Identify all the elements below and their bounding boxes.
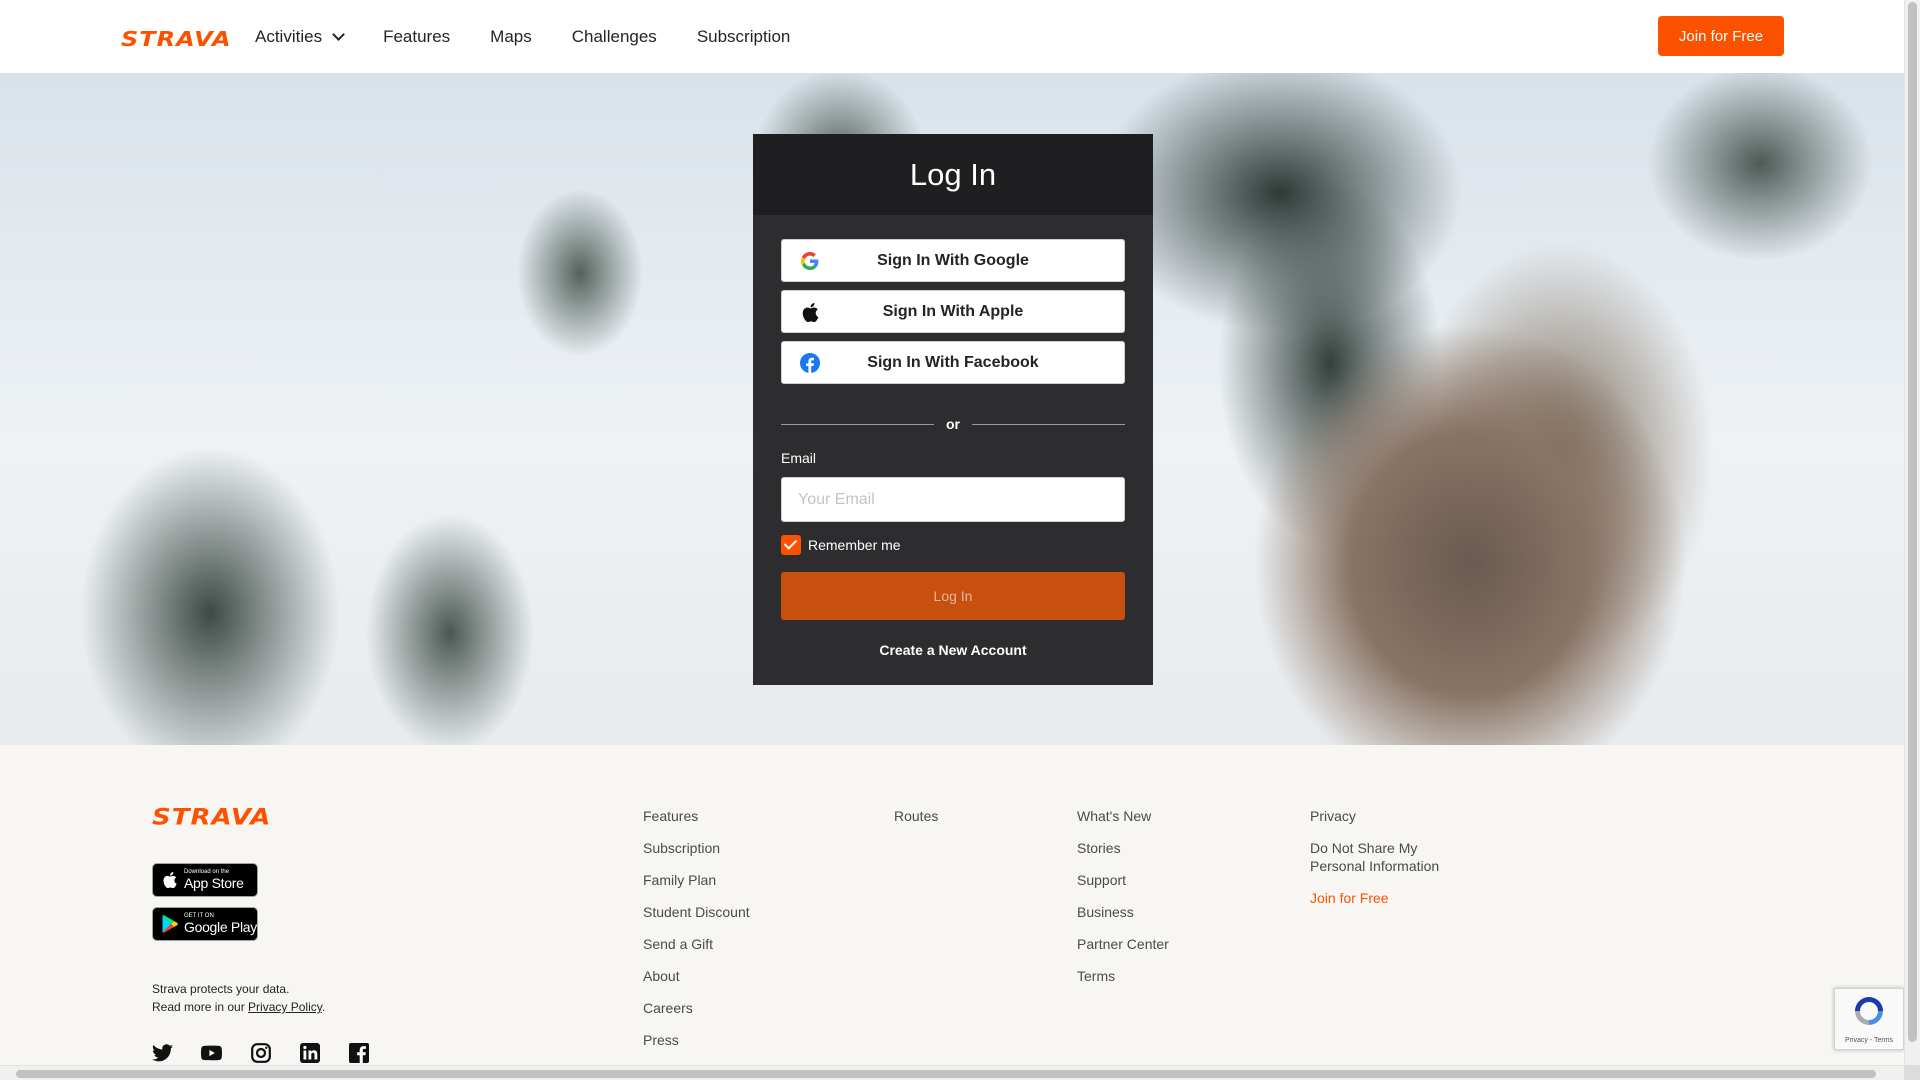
google-signin-label: Sign In With Google — [877, 251, 1029, 269]
footer-link-stories[interactable]: Stories — [1077, 839, 1169, 857]
data-protection-notice: Strava protects your data. Read more in … — [152, 980, 325, 1016]
footer-link-careers[interactable]: Careers — [643, 999, 750, 1017]
social-links — [152, 1042, 369, 1063]
apple-icon — [161, 870, 179, 890]
footer-link-subscription[interactable]: Subscription — [643, 839, 750, 857]
login-submit-button[interactable]: Log In — [781, 572, 1125, 620]
footer-col-routes: Routes — [894, 807, 938, 839]
footer-link-terms[interactable]: Terms — [1077, 967, 1169, 985]
vertical-scrollbar[interactable] — [1904, 0, 1920, 1065]
footer-link-send-a-gift[interactable]: Send a Gift — [643, 935, 750, 953]
footer-link-business[interactable]: Business — [1077, 903, 1169, 921]
or-label: or — [946, 416, 960, 432]
linkedin-icon[interactable] — [299, 1042, 320, 1063]
strava-logo[interactable]: STRAVA — [121, 27, 232, 51]
nav-maps[interactable]: Maps — [490, 27, 532, 47]
divider-line-left — [781, 423, 934, 425]
footer-link-do-not-share[interactable]: Do Not Share My Personal Information — [1310, 839, 1460, 875]
footer: STRAVA Download on the App Store GET IT … — [0, 745, 1904, 1065]
app-store-badge[interactable]: Download on the App Store — [152, 863, 258, 897]
login-panel: Log In Sign In With Google Sign In With … — [753, 134, 1153, 685]
remember-me-checkbox[interactable] — [781, 535, 801, 555]
apple-signin-button[interactable]: Sign In With Apple — [781, 290, 1125, 333]
join-for-free-button[interactable]: Join for Free — [1658, 16, 1784, 56]
apple-icon — [800, 302, 820, 322]
footer-link-about[interactable]: About — [643, 967, 750, 985]
or-divider: or — [781, 416, 1125, 432]
google-play-big-text: Google Play — [184, 919, 257, 935]
protect-line-2-prefix: Read more in our — [152, 1000, 249, 1014]
facebook-icon[interactable] — [348, 1042, 369, 1063]
footer-strava-logo[interactable]: STRAVA — [152, 805, 271, 831]
footer-link-press[interactable]: Press — [643, 1031, 750, 1049]
footer-link-support[interactable]: Support — [1077, 871, 1169, 889]
twitter-icon[interactable] — [152, 1042, 173, 1063]
app-store-big-text: App Store — [184, 875, 244, 891]
apple-signin-label: Sign In With Apple — [882, 302, 1024, 320]
footer-link-student-discount[interactable]: Student Discount — [643, 903, 750, 921]
facebook-icon — [800, 353, 820, 373]
nav-features[interactable]: Features — [383, 27, 450, 47]
footer-link-join-for-free[interactable]: Join for Free — [1310, 889, 1460, 907]
remember-me-row[interactable]: Remember me — [781, 535, 901, 555]
nav-challenges[interactable]: Challenges — [572, 27, 657, 47]
vertical-scroll-thumb[interactable] — [1908, 2, 1917, 1042]
facebook-signin-label: Sign In With Facebook — [867, 353, 1039, 371]
email-input[interactable] — [781, 477, 1125, 522]
top-header: STRAVA Activities Features Maps Challeng… — [0, 0, 1904, 73]
horizontal-scrollbar[interactable] — [0, 1065, 1904, 1080]
footer-link-family-plan[interactable]: Family Plan — [643, 871, 750, 889]
footer-link-partner-center[interactable]: Partner Center — [1077, 935, 1169, 953]
protect-line-1: Strava protects your data. — [152, 982, 290, 996]
chevron-down-icon — [332, 27, 345, 41]
protect-line-2-suffix: . — [321, 1000, 326, 1014]
google-play-icon — [161, 914, 179, 934]
remember-me-label: Remember me — [808, 537, 901, 553]
recaptcha-badge[interactable]: Privacy - Terms — [1834, 988, 1904, 1050]
protect-line-2: Read more in our Privacy Policy. — [152, 998, 325, 1016]
footer-col-privacy: Privacy Do Not Share My Personal Informa… — [1310, 807, 1460, 921]
scrollbar-corner — [1904, 1065, 1920, 1080]
google-signin-button[interactable]: Sign In With Google — [781, 239, 1125, 282]
instagram-icon[interactable] — [250, 1042, 271, 1063]
create-account-link[interactable]: Create a New Account — [753, 642, 1153, 658]
privacy-policy-link[interactable]: Privacy Policy — [248, 1000, 322, 1014]
google-icon — [800, 251, 820, 271]
recaptcha-icon — [1852, 994, 1886, 1033]
footer-link-whats-new[interactable]: What's New — [1077, 807, 1169, 825]
main-nav: Activities Features Maps Challenges Subs… — [255, 0, 830, 73]
login-title: Log In — [909, 156, 997, 192]
youtube-icon[interactable] — [201, 1042, 222, 1063]
footer-link-features[interactable]: Features — [643, 807, 750, 825]
divider-line-right — [972, 423, 1125, 425]
horizontal-scroll-thumb[interactable] — [16, 1070, 1876, 1078]
footer-col-product: Features Subscription Family Plan Studen… — [643, 807, 750, 1063]
footer-col-company: What's New Stories Support Business Part… — [1077, 807, 1169, 999]
footer-link-routes[interactable]: Routes — [894, 807, 938, 825]
google-play-badge[interactable]: GET IT ON Google Play — [152, 907, 258, 941]
footer-link-privacy[interactable]: Privacy — [1310, 807, 1460, 825]
nav-activities[interactable]: Activities — [255, 26, 345, 47]
login-header: Log In — [753, 134, 1153, 215]
email-label: Email — [781, 450, 817, 466]
facebook-signin-button[interactable]: Sign In With Facebook — [781, 341, 1125, 384]
nav-activities-label: Activities — [255, 26, 323, 46]
nav-subscription[interactable]: Subscription — [697, 27, 791, 47]
recaptcha-text: Privacy - Terms — [1844, 1037, 1894, 1044]
